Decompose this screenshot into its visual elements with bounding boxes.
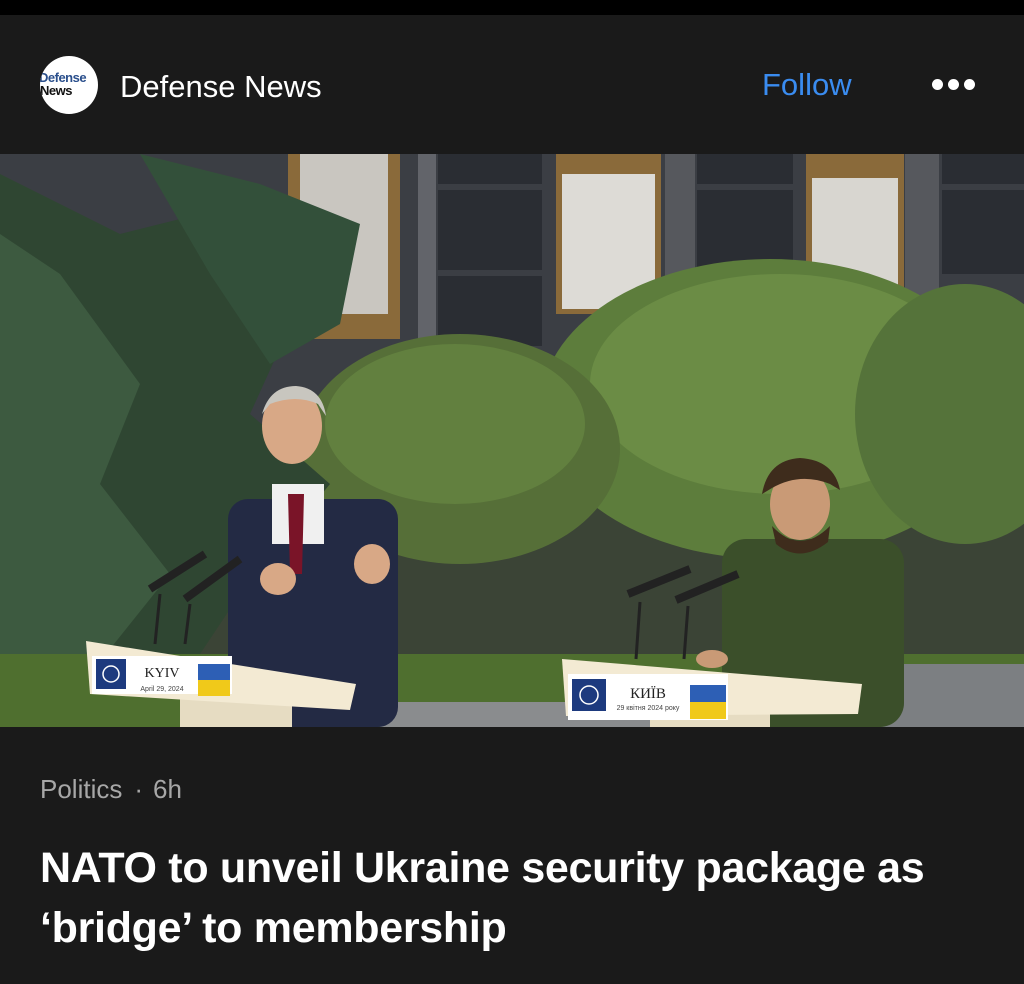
ellipsis-dot	[932, 79, 943, 90]
article-age: 6h	[153, 774, 182, 804]
status-bar-strip	[0, 0, 1024, 15]
meta-separator: ·	[134, 774, 144, 804]
ellipsis-dot	[964, 79, 975, 90]
follow-button[interactable]: Follow	[762, 67, 852, 103]
logo-text-bottom: News	[40, 83, 72, 98]
ellipsis-icon[interactable]	[930, 75, 978, 95]
publisher-header: Defense News Defense News Follow	[0, 15, 1024, 154]
podium-right-city: КИЇВ	[630, 685, 666, 702]
article-photo[interactable]: KYIV April 29, 2024 КИЇВ 29 квітня 2024 …	[0, 154, 1024, 727]
ellipsis-dot	[948, 79, 959, 90]
category-label[interactable]: Politics	[40, 774, 122, 804]
podium-right-date: 29 квітня 2024 року	[617, 704, 680, 712]
publisher-name[interactable]: Defense News	[120, 69, 322, 105]
article-headline[interactable]: NATO to unveil Ukraine security package …	[40, 838, 1000, 958]
publisher-logo[interactable]: Defense News	[40, 56, 98, 114]
podium-left-city: KYIV	[145, 666, 180, 681]
podium-left-date: April 29, 2024	[140, 686, 183, 693]
article-meta: Politics · 6h	[40, 774, 182, 805]
